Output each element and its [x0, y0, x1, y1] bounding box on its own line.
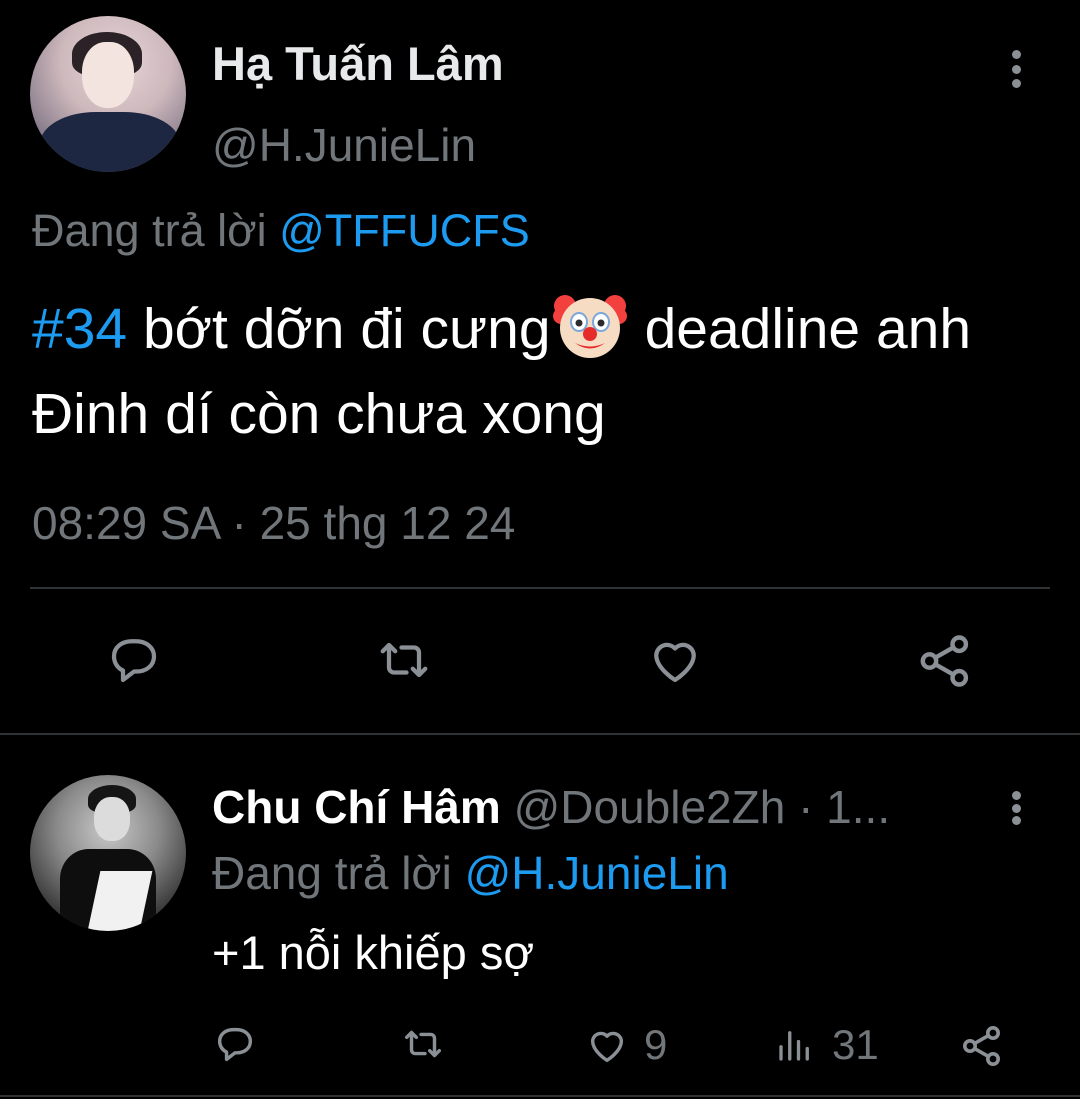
thread-divider [0, 733, 1080, 735]
reply-to-mention[interactable]: @TFFUCFS [279, 205, 530, 256]
main-tweet-more-icon[interactable] [1010, 50, 1022, 88]
reply-tweet-author-name[interactable]: Chu Chí Hâm [212, 781, 501, 833]
main-tweet-avatar[interactable] [30, 16, 186, 172]
clown-face-icon [552, 288, 627, 362]
main-tweet-divider [30, 587, 1050, 589]
main-tweet-author-handle[interactable]: @H.JunieLin [212, 118, 476, 172]
reply-tweet-reply-context: Đang trả lời @H.JunieLin [212, 846, 729, 900]
main-tweet-text: #34 bớt dỡn đi cưng deadline anh Đinh dí… [32, 287, 1042, 457]
share-icon[interactable] [958, 1022, 1006, 1070]
like-icon[interactable] [584, 1022, 630, 1068]
hashtag-link[interactable]: #34 [32, 297, 127, 361]
retweet-icon[interactable] [398, 1021, 448, 1067]
main-tweet-author-name[interactable]: Hạ Tuấn Lâm [212, 36, 504, 91]
reply-icon[interactable] [104, 630, 164, 690]
views-icon[interactable] [774, 1024, 816, 1066]
reply-tweet-more-icon[interactable] [1010, 791, 1022, 825]
reply-tweet-avatar[interactable] [30, 775, 186, 931]
reply-tweet-author-handle[interactable]: @Double2Zh · 1... [514, 781, 891, 833]
reply-prefix: Đang trả lời [212, 847, 452, 899]
main-tweet-reply-context: Đang trả lời @TFFUCFS [32, 205, 530, 257]
like-icon[interactable] [644, 630, 706, 690]
bottom-divider [0, 1095, 1080, 1097]
reply-prefix: Đang trả lời [32, 205, 267, 256]
retweet-icon[interactable] [372, 630, 436, 690]
reply-tweet-text: +1 nỗi khiếp sợ [212, 926, 535, 979]
reply-tweet-header: Chu Chí Hâm @Double2Zh · 1... [212, 780, 890, 834]
reply-icon[interactable] [212, 1021, 258, 1067]
view-count: 31 [832, 1021, 879, 1068]
reply-to-mention[interactable]: @H.JunieLin [465, 847, 729, 899]
share-icon[interactable] [914, 630, 976, 692]
tweet-text-part1: bớt dỡn đi cưng [127, 297, 551, 361]
like-count: 9 [644, 1021, 668, 1068]
main-tweet-timestamp[interactable]: 08:29 SA · 25 thg 12 24 [32, 496, 515, 550]
